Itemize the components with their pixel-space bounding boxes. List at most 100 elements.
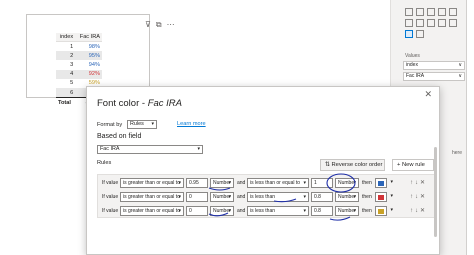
- rule-type-1-dropdown[interactable]: Number ▾: [210, 178, 234, 188]
- visual-type-icon[interactable]: [427, 19, 435, 27]
- if-value-label: If value: [102, 180, 119, 186]
- rule-operator-2-dropdown[interactable]: is less than ▾: [247, 192, 309, 202]
- chevron-down-icon: ▾: [228, 208, 231, 214]
- rule-row: If value is greater than or equal to ▾ 0.95…: [100, 177, 434, 189]
- rule-operator-1-dropdown[interactable]: is greater than or equal to ▾: [120, 178, 184, 188]
- focus-mode-icon[interactable]: ⧉: [156, 21, 162, 29]
- visual-type-icon[interactable]: [449, 19, 457, 27]
- swap-icon: ⇅: [325, 162, 330, 168]
- chevron-down-icon: ▾: [228, 194, 231, 200]
- values-well-index[interactable]: index ∨: [403, 61, 465, 70]
- visual-type-icon[interactable]: [416, 19, 424, 27]
- table-row[interactable]: 1 98%: [56, 42, 102, 52]
- fac-ira-cell: 92%: [75, 69, 102, 79]
- chevron-down-icon: ▾: [390, 207, 393, 213]
- fac-ira-cell: 95%: [75, 51, 102, 61]
- based-on-field-dropdown[interactable]: Fac IRA ▾: [97, 145, 203, 154]
- delete-rule-icon[interactable]: ✕: [420, 208, 427, 214]
- chevron-down-icon[interactable]: ∨: [458, 73, 462, 80]
- rule-value-1-input[interactable]: 0.95: [186, 178, 208, 188]
- visual-type-icon[interactable]: [449, 8, 457, 16]
- format-by-dropdown[interactable]: Rules ▾: [127, 120, 157, 129]
- learn-more-link[interactable]: Learn more: [177, 121, 206, 127]
- dialog-scrollbar[interactable]: [434, 147, 437, 237]
- if-value-label: If value: [102, 208, 119, 214]
- visual-type-icon[interactable]: [416, 8, 424, 16]
- visual-type-icon[interactable]: [427, 8, 435, 16]
- well-field-label: index: [406, 62, 418, 68]
- rule-type-1-dropdown[interactable]: Number ▾: [210, 206, 234, 216]
- rules-list: If value is greater than or equal to ▾ 0.95…: [97, 174, 435, 218]
- rule-operator-2-dropdown[interactable]: is less than or equal to ▾: [247, 178, 309, 188]
- chevron-down-icon: ▾: [151, 121, 154, 127]
- rule-value-1-input[interactable]: 0: [186, 192, 208, 202]
- chevron-down-icon: ▾: [178, 180, 181, 186]
- delete-rule-icon[interactable]: ✕: [420, 180, 427, 186]
- rule-color-picker[interactable]: ▾: [375, 206, 393, 216]
- based-on-field-value: Fac IRA: [100, 146, 120, 152]
- chevron-down-icon: ▾: [390, 179, 393, 185]
- format-by-label: Format by: [97, 122, 123, 128]
- chevron-down-icon: ▾: [178, 194, 181, 200]
- index-cell: 1: [70, 43, 74, 50]
- visual-type-icon[interactable]: [405, 19, 413, 27]
- rule-value-2-input[interactable]: 1: [311, 178, 333, 188]
- rule-color-picker[interactable]: ▾: [375, 192, 393, 202]
- values-label: Values: [405, 53, 420, 59]
- column-header-fac-ira[interactable]: Fac IRA: [75, 33, 102, 42]
- visual-type-icon[interactable]: [416, 30, 424, 38]
- visual-type-icon[interactable]: [438, 8, 446, 16]
- then-label: then: [362, 194, 372, 200]
- rule-operator-2-dropdown[interactable]: is less than ▾: [247, 206, 309, 216]
- rule-value-2-input[interactable]: 0.8: [311, 206, 333, 216]
- value-1-text: 0: [189, 208, 192, 214]
- rule-value-1-input[interactable]: 0: [186, 206, 208, 216]
- side-text: here: [452, 150, 463, 156]
- chevron-down-icon: ▾: [303, 194, 306, 200]
- rule-color-picker[interactable]: ▾: [375, 178, 393, 188]
- table-visual-type-icon[interactable]: [405, 30, 413, 38]
- more-options-icon[interactable]: ⋯: [167, 21, 175, 29]
- fac-ira-cell: 98%: [88, 43, 100, 50]
- new-rule-button[interactable]: + New rule: [392, 159, 434, 171]
- reverse-button-label: Reverse color order: [331, 162, 383, 168]
- and-label: and: [237, 208, 246, 214]
- value-2-text: 0.8: [314, 194, 321, 200]
- rule-type-2-dropdown[interactable]: Number ▾: [335, 192, 359, 202]
- chevron-down-icon: ▾: [228, 180, 231, 186]
- visual-type-gallery: [405, 8, 463, 38]
- visual-type-icon[interactable]: [438, 19, 446, 27]
- operator-1-value: is greater than or equal to: [123, 194, 180, 200]
- table-row[interactable]: 3 94%: [56, 60, 102, 69]
- color-swatch: [378, 181, 384, 186]
- rule-type-2-dropdown[interactable]: Number ▾: [335, 178, 359, 188]
- column-header-index[interactable]: index: [56, 33, 76, 42]
- value-2-text: 1: [314, 180, 317, 186]
- visual-type-icon[interactable]: [405, 8, 413, 16]
- visual-toolbar: ⊽ ⧉ ⋯: [145, 21, 175, 29]
- rule-type-2-dropdown[interactable]: Number ▾: [335, 206, 359, 216]
- chevron-down-icon[interactable]: ∨: [458, 62, 462, 69]
- color-swatch: [378, 209, 384, 214]
- title-prefix: Font color -: [97, 98, 148, 109]
- operator-2-value: is less than: [250, 208, 276, 214]
- table-row[interactable]: 4 92%: [56, 69, 102, 79]
- and-label: and: [237, 194, 246, 200]
- rule-value-2-input[interactable]: 0.8: [311, 192, 333, 202]
- well-field-label: Fac IRA: [406, 73, 425, 79]
- values-well-fac-ira[interactable]: Fac IRA ∨: [403, 72, 465, 81]
- delete-rule-icon[interactable]: ✕: [420, 194, 427, 200]
- reverse-color-order-button[interactable]: ⇅ Reverse color order: [320, 159, 385, 171]
- value-2-text: 0.8: [314, 208, 321, 214]
- then-label: then: [362, 208, 372, 214]
- operator-2-value: is less than: [250, 194, 276, 200]
- filter-icon[interactable]: ⊽: [145, 21, 151, 29]
- table-row[interactable]: 2 95%: [56, 51, 102, 61]
- value-1-text: 0.95: [189, 180, 199, 186]
- rule-row: If value is greater than or equal to ▾ 0 Num…: [100, 191, 434, 203]
- chevron-down-icon: ▾: [178, 208, 181, 214]
- close-icon[interactable]: ✕: [424, 89, 432, 100]
- rule-operator-1-dropdown[interactable]: is greater than or equal to ▾: [120, 192, 184, 202]
- rule-type-1-dropdown[interactable]: Number ▾: [210, 192, 234, 202]
- rule-operator-1-dropdown[interactable]: is greater than or equal to ▾: [120, 206, 184, 216]
